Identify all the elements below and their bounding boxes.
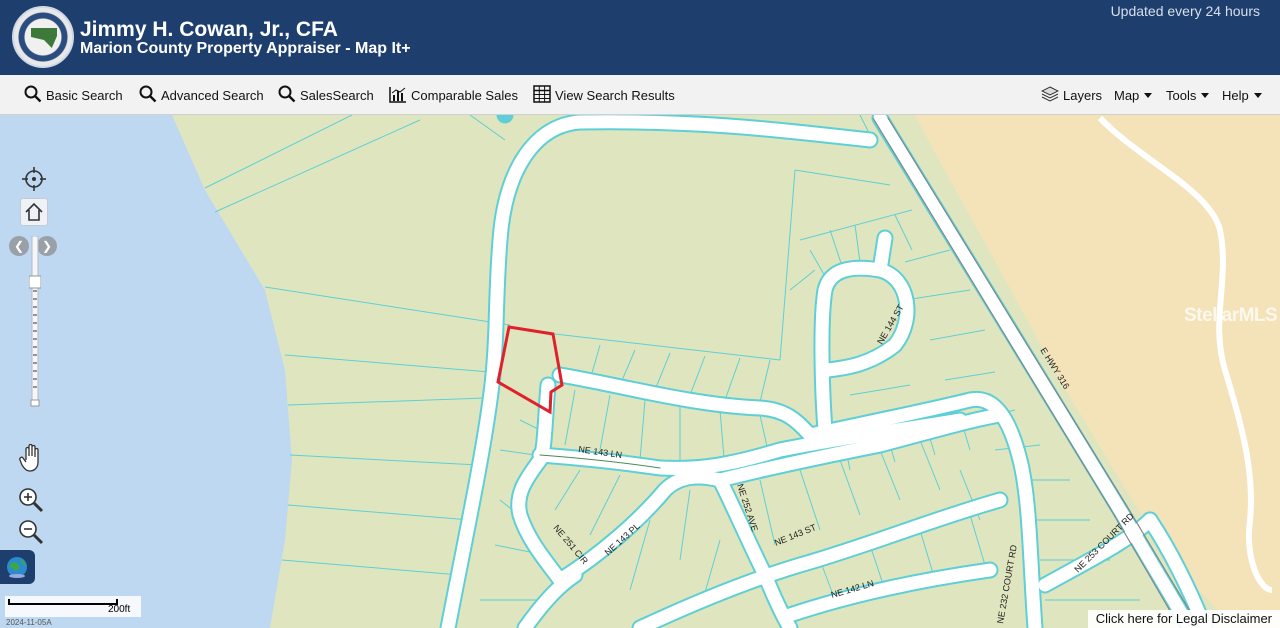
main-toolbar: Basic Search Advanced Search SalesSearch…	[0, 75, 1280, 115]
zoom-in-button[interactable]	[17, 486, 45, 514]
view-search-results-label: View Search Results	[555, 87, 675, 103]
map-menu-button[interactable]: Map	[1114, 75, 1153, 115]
chevron-left-icon: ❮	[13, 239, 25, 253]
tools-menu-label: Tools	[1166, 87, 1197, 103]
layers-icon	[1040, 85, 1060, 106]
table-grid-icon	[533, 84, 551, 106]
chevron-down-icon	[1201, 92, 1210, 98]
zoom-slider[interactable]	[29, 236, 41, 407]
zoom-out-button[interactable]	[17, 518, 45, 546]
layers-label: Layers	[1063, 87, 1103, 103]
map-menu-label: Map	[1114, 87, 1140, 103]
property-appraiser-seal-logo	[12, 6, 74, 68]
zoom-out-icon	[19, 520, 44, 545]
home-icon	[25, 202, 43, 221]
app-header: Jimmy H. Cowan, Jr., CFA Marion County P…	[0, 0, 1280, 75]
search-icon	[139, 85, 157, 106]
sales-search-button[interactable]: SalesSearch	[278, 75, 374, 115]
appraiser-name: Jimmy H. Cowan, Jr., CFA	[80, 18, 338, 41]
tools-menu-button[interactable]: Tools	[1166, 75, 1210, 115]
help-menu-label: Help	[1222, 87, 1249, 103]
help-menu-button[interactable]: Help	[1222, 75, 1262, 115]
legal-disclaimer-link[interactable]: Click here for Legal Disclaimer	[1087, 610, 1280, 628]
advanced-search-button[interactable]: Advanced Search	[139, 75, 264, 115]
map-canvas[interactable]: NE 143 LN NE 144 ST E HWY 316 NE 252 AVE…	[0, 115, 1280, 628]
crosshair-icon	[22, 167, 46, 191]
chevron-down-icon	[1144, 92, 1153, 98]
search-icon	[278, 85, 296, 106]
chevron-right-icon: ❯	[41, 239, 53, 253]
hand-icon	[19, 443, 39, 472]
search-icon	[24, 85, 42, 106]
comparable-sales-button[interactable]: Comparable Sales	[389, 75, 518, 115]
mls-watermark: StellarMLS	[1184, 305, 1278, 326]
home-extent-button[interactable]	[20, 198, 48, 226]
map-graphics: NE 143 LN NE 144 ST E HWY 316 NE 252 AVE…	[0, 115, 1280, 628]
advanced-search-label: Advanced Search	[161, 87, 264, 103]
previous-extent-button[interactable]: ❮	[9, 236, 29, 256]
scale-label: 200ft	[108, 604, 131, 615]
chevron-down-icon	[1253, 92, 1262, 98]
comparable-sales-label: Comparable Sales	[411, 87, 518, 103]
update-notice: Updated every 24 hours	[1110, 3, 1260, 19]
pan-tool-button[interactable]	[18, 443, 46, 473]
basemap-toggle-button[interactable]	[0, 550, 35, 584]
globe-icon	[7, 557, 27, 578]
locate-me-button[interactable]	[22, 167, 46, 191]
zoom-slider-handle	[29, 275, 41, 289]
view-search-results-button[interactable]: View Search Results	[533, 75, 675, 115]
bar-chart-icon	[389, 85, 407, 106]
sales-search-label: SalesSearch	[300, 87, 374, 103]
layers-button[interactable]: Layers	[1040, 75, 1103, 115]
basic-search-label: Basic Search	[46, 87, 123, 103]
basic-search-button[interactable]: Basic Search	[24, 75, 123, 115]
zoom-in-icon	[19, 488, 44, 513]
imagery-date: 2024-11-05A	[6, 618, 52, 627]
app-title: Marion County Property Appraiser - Map I…	[80, 40, 411, 57]
